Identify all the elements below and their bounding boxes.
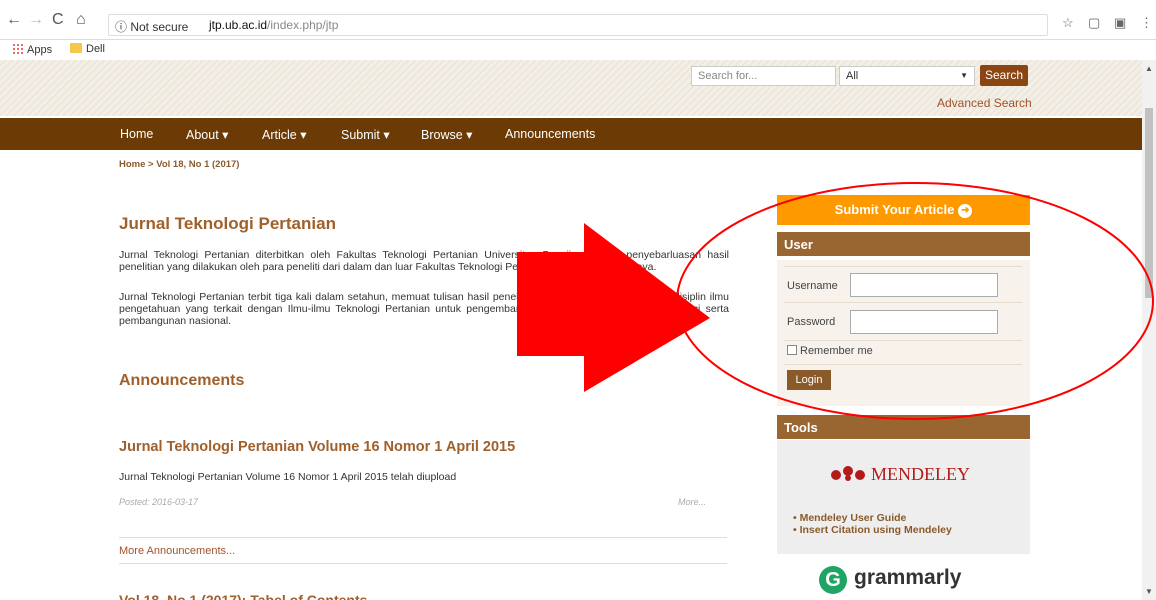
extension-icon[interactable]: ▢ — [1088, 15, 1100, 31]
journal-title: Jurnal Teknologi Pertanian — [119, 214, 336, 233]
pdf-extension-icon[interactable]: ▣ — [1114, 15, 1126, 31]
announcement-more-link[interactable]: More... — [678, 497, 706, 507]
announcement-title[interactable]: Jurnal Teknologi Pertanian Volume 16 Nom… — [119, 439, 515, 455]
search-scope-select[interactable]: All ▼ — [839, 66, 975, 86]
bookmarks-bar: Apps Dell — [0, 40, 1156, 60]
journal-publication-info: Jurnal Teknologi Pertanian terbit tiga k… — [119, 291, 729, 327]
star-icon[interactable]: ☆ — [1062, 15, 1074, 31]
security-indicator[interactable]: ⓘ Not secure — [115, 18, 188, 35]
advanced-search-link[interactable]: Advanced Search — [937, 96, 1032, 110]
apps-grid-icon — [12, 43, 23, 54]
nav-article[interactable]: Article ▾ — [262, 127, 306, 142]
mendeley-icon — [831, 466, 865, 481]
username-field[interactable] — [850, 273, 998, 297]
journal-description: Jurnal Teknologi Pertanian diterbitkan o… — [119, 249, 729, 273]
grammarly-icon: G — [819, 566, 847, 594]
tools-links: • Mendeley User Guide • Insert Citation … — [793, 512, 952, 536]
breadcrumb[interactable]: Home > Vol 18, No 1 (2017) — [119, 159, 239, 170]
arrow-right-circle-icon: ➜ — [958, 204, 973, 218]
more-announcements-link[interactable]: More Announcements... — [119, 545, 235, 557]
search-button[interactable]: Search — [980, 65, 1028, 86]
username-label: Username — [787, 280, 838, 292]
scroll-up-icon[interactable]: ▲ — [1145, 64, 1153, 73]
divider — [784, 302, 1022, 303]
announcement-date: Posted: 2016-03-17 — [119, 497, 199, 507]
nav-announcements[interactable]: Announcements — [505, 127, 595, 141]
browser-address-bar: ← → C ⌂ ⓘ Not secure jtp.ub.ac.id/index.… — [0, 0, 1156, 40]
url-field[interactable]: ⓘ Not secure jtp.ub.ac.id/index.php/jtp — [108, 14, 1048, 36]
url-text[interactable]: jtp.ub.ac.id/index.php/jtp — [209, 18, 338, 32]
announcement-body: Jurnal Teknologi Pertanian Volume 16 Nom… — [119, 471, 457, 483]
divider — [784, 266, 1022, 267]
issue-toc-heading: Vol 18, No 1 (2017): Tabel of Contents — [119, 592, 368, 600]
page-scrollbar[interactable]: ▲ ▼ — [1142, 60, 1156, 600]
reload-icon[interactable]: C — [52, 11, 64, 29]
divider — [784, 340, 1022, 341]
divider — [784, 364, 1022, 365]
nav-submit[interactable]: Submit ▾ — [341, 127, 390, 142]
nav-about[interactable]: About ▾ — [186, 127, 228, 142]
folder-icon — [70, 43, 82, 53]
menu-dots-icon[interactable]: ⋮ — [1140, 15, 1153, 31]
search-input[interactable]: Search for... — [691, 66, 836, 86]
announcements-heading: Announcements — [119, 372, 245, 389]
dropdown-caret-icon: ▼ — [960, 71, 968, 80]
submit-article-button[interactable]: Submit Your Article ➜ — [777, 195, 1030, 225]
site-header: Search for... All ▼ Search Advanced Searc… — [0, 60, 1142, 116]
scroll-down-icon[interactable]: ▼ — [1145, 587, 1153, 596]
login-button[interactable]: Login — [787, 370, 831, 390]
bookmark-dell[interactable]: Dell — [70, 43, 105, 55]
remember-me-checkbox[interactable]: Remember me — [787, 345, 873, 357]
user-block-heading: User — [777, 232, 1030, 256]
checkbox-icon[interactable] — [787, 345, 797, 355]
grammarly-logo-text: grammarly — [854, 566, 962, 589]
main-nav: Home About ▾ Article ▾ Submit ▾ Browse ▾… — [0, 118, 1142, 150]
divider — [119, 563, 727, 564]
password-label: Password — [787, 316, 836, 328]
scrollbar-thumb[interactable] — [1145, 108, 1153, 298]
bookmark-apps[interactable]: Apps — [12, 43, 52, 56]
password-field[interactable] — [850, 310, 998, 334]
tools-link-mendeley-guide[interactable]: • Mendeley User Guide — [793, 512, 952, 524]
forward-icon[interactable]: → — [28, 11, 44, 29]
nav-browse[interactable]: Browse ▾ — [421, 127, 472, 142]
mendeley-logo[interactable]: MENDELEY — [829, 464, 970, 485]
grammarly-block[interactable]: G grammarly — [777, 550, 1030, 600]
tools-link-mendeley-citation[interactable]: • Insert Citation using Mendeley — [793, 524, 952, 536]
back-icon[interactable]: ← — [6, 11, 22, 29]
divider — [119, 537, 727, 538]
tools-block-heading: Tools — [777, 415, 1030, 439]
login-form: Username Password Remember me Login — [777, 260, 1030, 406]
nav-home[interactable]: Home — [120, 127, 153, 141]
web-page: Search for... All ▼ Search Advanced Searc… — [0, 60, 1142, 600]
home-icon[interactable]: ⌂ — [76, 11, 86, 29]
